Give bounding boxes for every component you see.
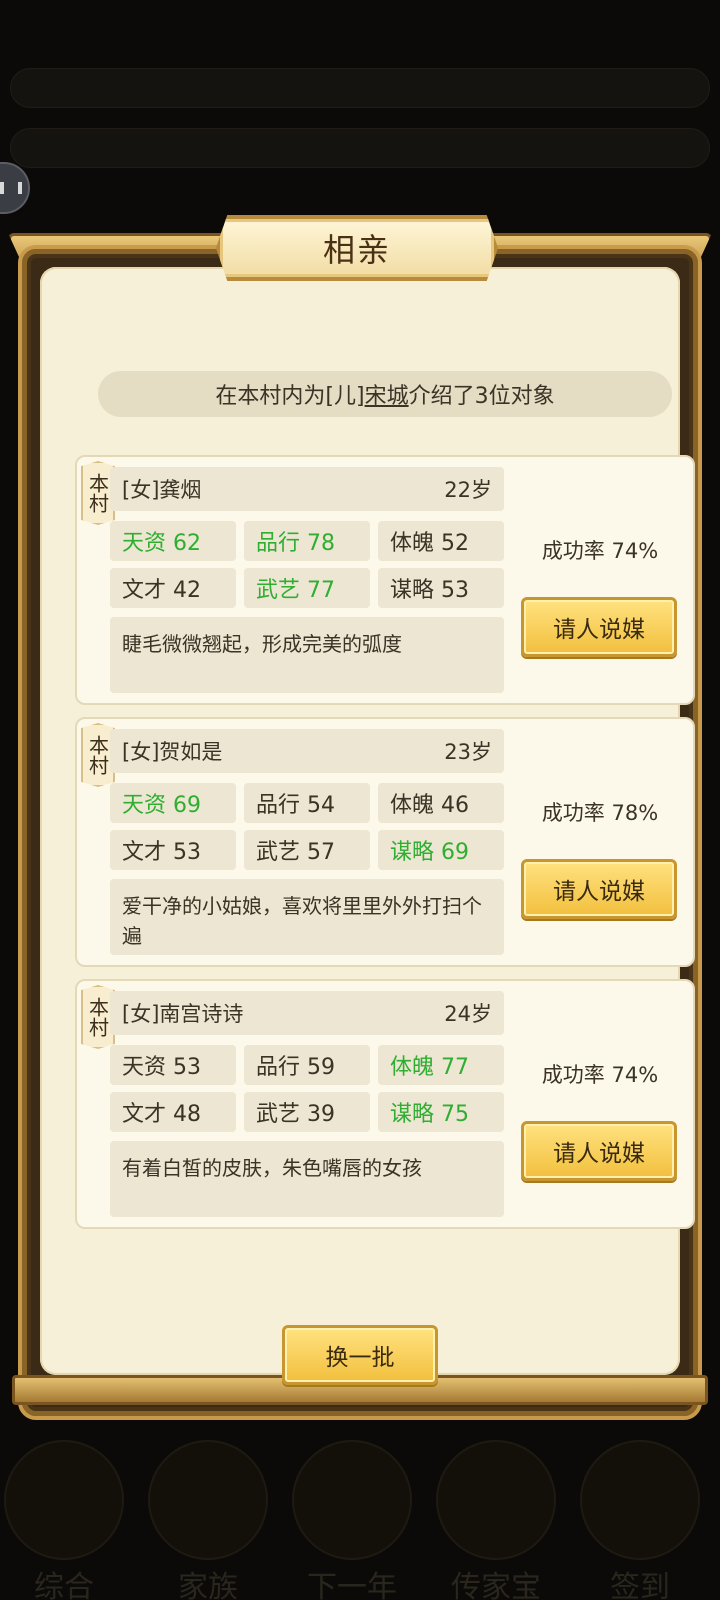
bg-tab-icon: [292, 1440, 412, 1560]
stat-physique: 体魄 77: [378, 1045, 504, 1085]
stat-literary: 文才 42: [110, 568, 236, 608]
dialog-body: 在本村内为[儿] 宋城 介绍了3位对象 本村 [女]龚烟 22岁 天资 62 品行 …: [40, 267, 695, 1385]
bg-tab-label: 传家宝: [451, 1570, 541, 1600]
bg-tab-label: 综合: [34, 1570, 94, 1600]
candidate-age: 22岁: [444, 478, 492, 502]
intro-suffix: 介绍了3位对象: [408, 384, 555, 409]
candidate-description: 有着白皙的皮肤，朱色嘴唇的女孩: [110, 1141, 504, 1217]
dialog-title-plaque: 相亲: [216, 215, 498, 281]
stat-strategy: 谋略 53: [378, 568, 504, 608]
candidate-card: 本村 [女]南宫诗诗 24岁 天资 53 品行 59 体魄 77 文才 48 武…: [75, 979, 695, 1229]
candidate-age: 24岁: [444, 1002, 492, 1026]
success-rate: 成功率 74%: [541, 539, 659, 563]
floating-assistant-icon[interactable]: [0, 162, 30, 214]
candidate-description: 睫毛微微翘起，形成完美的弧度: [110, 617, 504, 693]
matchmaker-button[interactable]: 请人说媒: [521, 1121, 677, 1181]
bg-tab-icon: [436, 1440, 556, 1560]
candidate-name: [女]贺如是: [122, 740, 223, 764]
refresh-batch-button[interactable]: 换一批: [282, 1325, 438, 1385]
stat-talent: 天资 53: [110, 1045, 236, 1085]
child-name-link[interactable]: 宋城: [365, 378, 409, 410]
bg-tab-icon: [148, 1440, 268, 1560]
success-rate: 成功率 74%: [541, 1063, 659, 1087]
stat-physique: 体魄 46: [378, 783, 504, 823]
candidate-name: [女]南宫诗诗: [122, 1002, 244, 1026]
bg-tab-icon: [4, 1440, 124, 1560]
success-rate: 成功率 78%: [541, 801, 659, 825]
bg-tab-label: 下一年: [307, 1570, 397, 1600]
candidate-card: 本村 [女]贺如是 23岁 天资 69 品行 54 体魄 46 文才 53 武艺…: [75, 717, 695, 967]
intro-info-bar: 在本村内为[儿] 宋城 介绍了3位对象: [98, 371, 672, 417]
stat-physique: 体魄 52: [378, 521, 504, 561]
candidate-name: [女]龚烟: [122, 478, 202, 502]
stat-martial: 武艺 77: [244, 568, 370, 608]
candidate-description: 爱干净的小姑娘，喜欢将里里外外打扫个遍: [110, 879, 504, 955]
bg-info-bar: [10, 128, 710, 168]
candidate-name-row: [女]南宫诗诗 24岁: [110, 991, 504, 1035]
stat-martial: 武艺 39: [244, 1092, 370, 1132]
bg-tab-label: 签到: [610, 1570, 670, 1600]
stat-literary: 文才 53: [110, 830, 236, 870]
bg-tab-icon: [580, 1440, 700, 1560]
stat-morality: 品行 59: [244, 1045, 370, 1085]
stat-strategy: 谋略 75: [378, 1092, 504, 1132]
stat-morality: 品行 54: [244, 783, 370, 823]
candidate-name-row: [女]龚烟 22岁: [110, 467, 504, 511]
dialog-title: 相亲: [322, 231, 391, 269]
bg-tab-label: 家族: [178, 1570, 238, 1600]
bg-bottom-tabs: 综合 家族 下一年 传家宝 签到: [0, 1440, 720, 1600]
matchmaking-dialog: 在本村内为[儿] 宋城 介绍了3位对象 本村 [女]龚烟 22岁 天资 62 品行 …: [8, 215, 712, 1435]
bg-status-bar: [10, 68, 710, 108]
stat-martial: 武艺 57: [244, 830, 370, 870]
intro-prefix: 在本村内为[儿]: [215, 384, 365, 409]
candidate-age: 23岁: [444, 740, 492, 764]
stat-talent: 天资 62: [110, 521, 236, 561]
candidate-card: 本村 [女]龚烟 22岁 天资 62 品行 78 体魄 52 文才 42 武艺 …: [75, 455, 695, 705]
matchmaker-button[interactable]: 请人说媒: [521, 597, 677, 657]
candidate-name-row: [女]贺如是 23岁: [110, 729, 504, 773]
stat-literary: 文才 48: [110, 1092, 236, 1132]
stat-talent: 天资 69: [110, 783, 236, 823]
stat-strategy: 谋略 69: [378, 830, 504, 870]
stat-morality: 品行 78: [244, 521, 370, 561]
matchmaker-button[interactable]: 请人说媒: [521, 859, 677, 919]
